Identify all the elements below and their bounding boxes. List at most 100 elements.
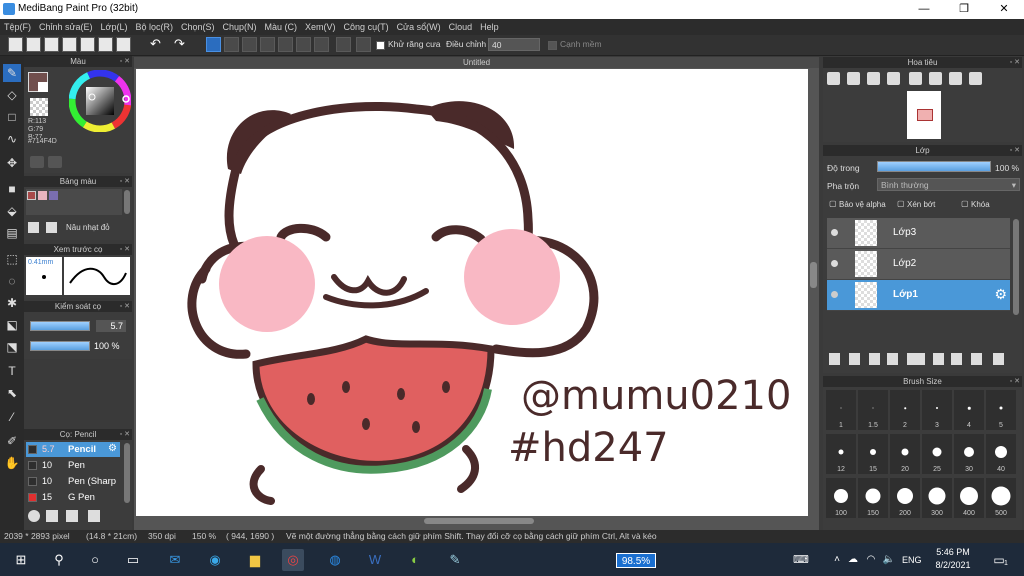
edge-icon[interactable]: ◉ — [204, 549, 226, 571]
brush-size-cell[interactable]: 1 — [826, 390, 856, 430]
close-button[interactable]: ✕ — [984, 0, 1024, 19]
snap-perspective-icon[interactable] — [260, 37, 275, 52]
brush-size-cell[interactable]: 200 — [890, 478, 920, 518]
select-eraser-tool-icon[interactable]: ⬔ — [3, 338, 21, 356]
snap-grid-icon[interactable] — [242, 37, 257, 52]
protect-alpha-checkbox[interactable]: ▢ — [829, 199, 837, 208]
search-icon[interactable]: ⚲ — [48, 549, 70, 571]
zoom-in-icon[interactable] — [847, 72, 860, 85]
brush-size-cell[interactable]: 20 — [890, 434, 920, 474]
menu-snap[interactable]: Chụp(N) — [219, 19, 261, 35]
brush-size-cell[interactable]: 40 — [986, 434, 1016, 474]
word-icon[interactable]: W — [364, 549, 386, 571]
brush-settings-icon[interactable] — [88, 510, 100, 522]
menu-help[interactable]: Help — [476, 19, 503, 35]
menu-select[interactable]: Chọn(S) — [177, 19, 219, 35]
menu-view[interactable]: Xem(V) — [301, 19, 340, 35]
brush-item-3[interactable]: 15 G Pen — [26, 490, 120, 505]
panel-menu-icon[interactable]: ▫ ✕ — [120, 176, 130, 187]
brush-size-cell[interactable]: 400 — [954, 478, 984, 518]
maximize-button[interactable]: ❐ — [944, 0, 984, 19]
clock[interactable]: 5:46 PM 8/2/2021 — [934, 547, 972, 570]
lock-checkbox[interactable]: ▢ — [961, 199, 969, 208]
brush-cloud-icon[interactable] — [28, 510, 40, 522]
layer-scrollbar[interactable] — [1013, 219, 1019, 315]
eyedropper-tool-icon[interactable]: ✐ — [3, 432, 21, 450]
blend-mode-select[interactable]: Bình thường ▾ — [877, 178, 1020, 191]
fill-rect-tool-icon[interactable]: ■ — [3, 180, 21, 198]
menu-tools[interactable]: Công cụ(T) — [340, 19, 393, 35]
eraser-tool-icon[interactable]: ◇ — [3, 86, 21, 104]
grid-icon[interactable] — [116, 37, 131, 52]
brush-size-cell[interactable]: 100 — [826, 478, 856, 518]
comment-icon[interactable] — [44, 37, 59, 52]
new-1bit-layer-icon[interactable] — [869, 353, 880, 365]
snap-radial-icon[interactable] — [278, 37, 293, 52]
new-palette-icon[interactable] — [28, 222, 39, 233]
layer-row-1[interactable]: Lớp2 — [827, 249, 1010, 280]
panel-menu-icon[interactable]: ▫ ✕ — [1010, 145, 1020, 156]
new-8bit-layer-icon[interactable] — [887, 353, 898, 365]
move-tool-icon[interactable]: ✥ — [3, 154, 21, 172]
brush-tool-icon[interactable]: ✎ — [3, 64, 21, 82]
delete-layer-icon[interactable] — [993, 353, 1004, 365]
snap-off-icon[interactable] — [206, 37, 221, 52]
rotate-left-icon[interactable] — [909, 72, 922, 85]
brush-size-cell[interactable]: 25 — [922, 434, 952, 474]
brush-size-cell[interactable]: 2 — [890, 390, 920, 430]
zoom-out-icon[interactable] — [887, 72, 900, 85]
menu-cloud[interactable]: Cloud — [445, 19, 477, 35]
gradient-tool-icon[interactable]: ▤ — [3, 224, 21, 242]
add-brush-icon[interactable] — [46, 510, 58, 522]
redo-icon[interactable]: ↷ — [174, 37, 189, 52]
palette-icon[interactable] — [30, 156, 44, 168]
panel-menu-icon[interactable]: ▫ ✕ — [1010, 376, 1020, 387]
bucket-tool-icon[interactable]: ⬙ — [3, 202, 21, 220]
zoom-in-icon[interactable] — [827, 72, 840, 85]
lasso-tool-icon[interactable]: ◌ — [3, 272, 21, 290]
new-halftone-layer-icon[interactable] — [849, 353, 860, 365]
brush-size-cell[interactable]: 5 — [986, 390, 1016, 430]
brush-size-cell[interactable]: 150 — [858, 478, 888, 518]
brush-item-0[interactable]: 5.7 Pencil ⚙ — [26, 442, 120, 457]
language-indicator[interactable]: ENG — [902, 555, 922, 565]
hand-tool-icon[interactable]: ✋ — [3, 454, 21, 472]
line-tool-icon[interactable]: ∿ — [3, 130, 21, 148]
brush-size-value[interactable]: 5.7 — [96, 320, 126, 332]
layer-opacity-slider[interactable] — [877, 161, 991, 172]
text-tool-icon[interactable]: T — [3, 362, 21, 380]
document-icon[interactable] — [80, 37, 95, 52]
windows-start-icon[interactable]: ⊞ — [10, 549, 32, 571]
explorer-icon[interactable]: ▆ — [244, 549, 266, 571]
menu-window[interactable]: Cửa sổ(W) — [393, 19, 445, 35]
operation-tool-icon[interactable]: ⬉ — [3, 384, 21, 402]
layer-row-2[interactable]: Lớp1 ⚙ — [827, 280, 1010, 311]
brush-item-1[interactable]: 10 Pen — [26, 458, 120, 473]
brush-size-slider[interactable] — [30, 321, 90, 331]
gear-icon[interactable]: ⚙ — [108, 443, 117, 454]
eye-icon[interactable] — [831, 260, 838, 267]
gear-icon[interactable]: ⚙ — [994, 286, 1007, 303]
rotate-right-icon[interactable] — [949, 72, 962, 85]
snap-circle-icon[interactable] — [296, 37, 311, 52]
brush-menu-icon[interactable] — [66, 510, 78, 522]
cortana-icon[interactable]: ○ — [84, 549, 106, 571]
palette-scrollbar[interactable] — [124, 190, 130, 214]
brush-size-cell[interactable]: 12 — [826, 434, 856, 474]
panel-menu-icon[interactable]: ▫ ✕ — [120, 429, 130, 440]
chrome-icon[interactable]: ◎ — [282, 549, 304, 571]
brush-size-cell[interactable]: 4 — [954, 390, 984, 430]
menu-file[interactable]: Tệp(F) — [0, 19, 35, 35]
transparent-swatch[interactable] — [30, 98, 48, 116]
brush-size-cell[interactable]: 15 — [858, 434, 888, 474]
medibang-icon[interactable]: ✎ — [444, 549, 466, 571]
brush-size-cell[interactable]: 3 — [922, 390, 952, 430]
menu-color[interactable]: Màu (C) — [261, 19, 302, 35]
menu-layer[interactable]: Lớp(L) — [97, 19, 132, 35]
brush-size-cell[interactable]: 500 — [986, 478, 1016, 518]
menu-filter[interactable]: Bộ lọc(R) — [131, 19, 177, 35]
panel-menu-icon[interactable]: ▫ ✕ — [120, 301, 130, 312]
snap-parallel-icon[interactable] — [224, 37, 239, 52]
app-icon-green[interactable]: ◐ — [404, 549, 426, 571]
delete-palette-icon[interactable] — [46, 222, 57, 233]
